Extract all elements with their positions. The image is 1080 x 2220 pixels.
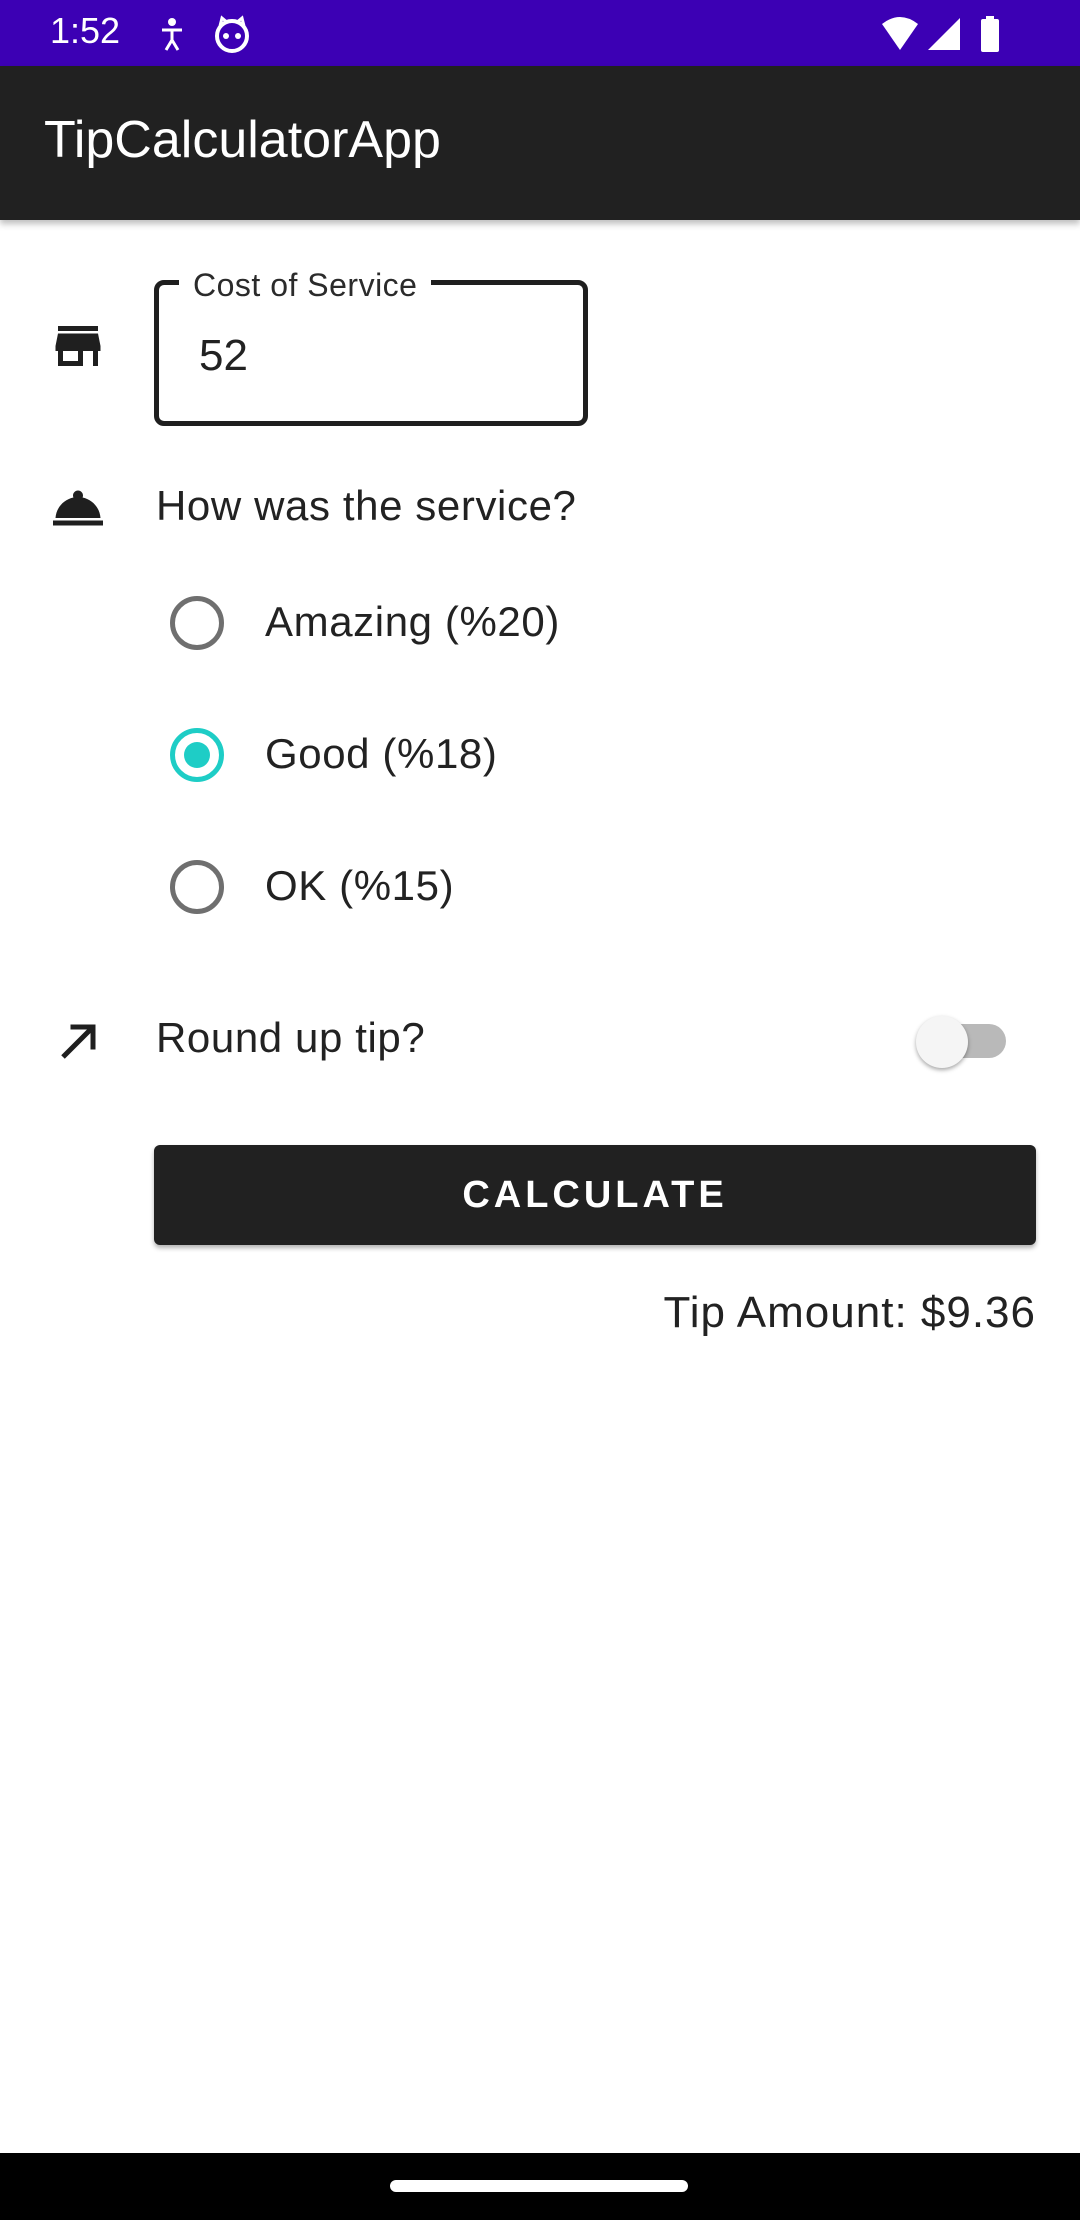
round-up-switch[interactable] bbox=[916, 1016, 968, 1068]
room-service-icon bbox=[53, 490, 103, 526]
radio-amazing[interactable] bbox=[170, 596, 224, 650]
cell-signal-icon bbox=[928, 18, 960, 50]
android-cat-icon bbox=[215, 15, 249, 53]
radio-good[interactable] bbox=[170, 728, 224, 782]
status-time: 1:52 bbox=[50, 10, 121, 51]
radio-ok[interactable] bbox=[170, 860, 224, 914]
radio-label-ok[interactable]: OK (%15) bbox=[265, 862, 454, 910]
home-gesture-handle[interactable] bbox=[390, 2180, 688, 2192]
battery-icon bbox=[981, 16, 999, 52]
cost-of-service-field[interactable]: Cost of Service 52 bbox=[154, 267, 588, 426]
radio-label-good[interactable]: Good (%18) bbox=[265, 730, 497, 778]
cost-of-service-label: Cost of Service bbox=[179, 267, 432, 304]
round-up-label: Round up tip? bbox=[156, 1014, 426, 1061]
calculate-button[interactable]: CALCULATE bbox=[154, 1145, 1036, 1245]
service-question: How was the service? bbox=[156, 482, 577, 529]
status-bar: 1:52 bbox=[0, 0, 1080, 66]
store-icon bbox=[55, 326, 101, 366]
radio-label-amazing[interactable]: Amazing (%20) bbox=[265, 598, 560, 646]
trending-up-arrow-icon bbox=[61, 1024, 96, 1059]
tip-amount-result: Tip Amount: $9.36 bbox=[663, 1288, 1036, 1337]
cost-of-service-value[interactable]: 52 bbox=[199, 331, 248, 381]
app-bar: TipCalculatorApp bbox=[0, 66, 1080, 220]
wifi-icon bbox=[882, 17, 918, 50]
app-title: TipCalculatorApp bbox=[44, 111, 441, 169]
accessibility-icon bbox=[162, 18, 182, 51]
